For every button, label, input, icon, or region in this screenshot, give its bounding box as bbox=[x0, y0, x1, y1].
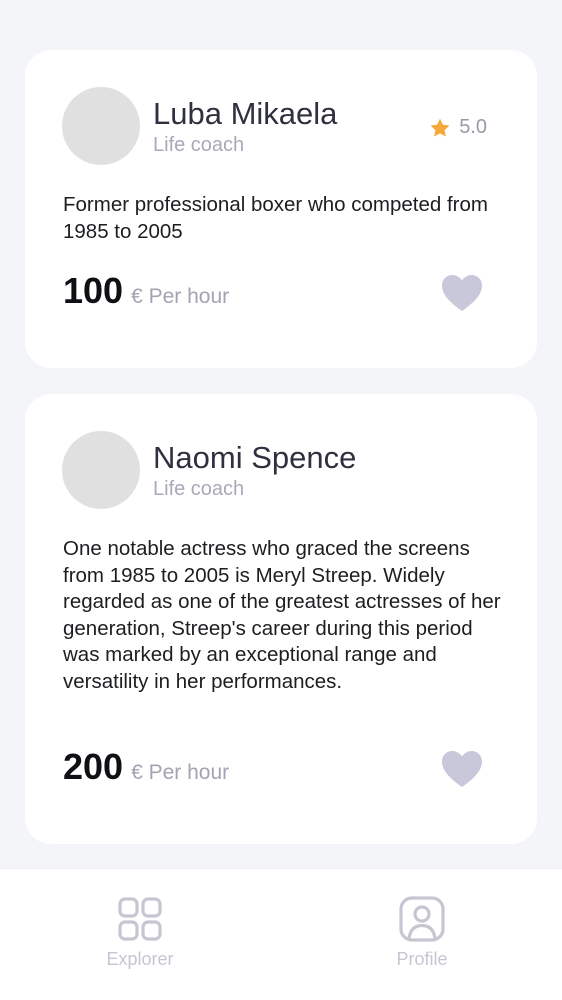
price-value: 100 bbox=[63, 270, 124, 311]
price-value: 200 bbox=[63, 746, 124, 787]
coach-card[interactable]: Naomi Spence Life coach One notable actr… bbox=[25, 394, 537, 844]
price-unit: € Per hour bbox=[131, 285, 230, 308]
tab-profile[interactable]: Profile bbox=[352, 895, 492, 970]
tab-label: Explorer bbox=[106, 949, 174, 969]
coach-name: Luba Mikaela bbox=[153, 96, 338, 131]
coach-name: Naomi Spence bbox=[153, 440, 357, 475]
favorite-button[interactable] bbox=[441, 274, 483, 312]
tab-explorer[interactable]: Explorer bbox=[70, 895, 210, 970]
coach-bio: One notable actress who graced the scree… bbox=[63, 537, 501, 693]
avatar bbox=[62, 87, 140, 165]
price-unit: € Per hour bbox=[131, 761, 230, 784]
user-icon bbox=[399, 896, 445, 942]
heart-icon bbox=[442, 275, 482, 311]
avatar bbox=[62, 431, 140, 509]
coach-role: Life coach bbox=[153, 478, 245, 500]
grid-icon bbox=[118, 897, 162, 941]
coach-card[interactable]: Luba Mikaela Life coach 5.0 Former profe… bbox=[25, 50, 537, 368]
favorite-button[interactable] bbox=[441, 750, 483, 788]
coach-bio: Former professional boxer who competed f… bbox=[63, 193, 488, 243]
rating: 5.0 bbox=[429, 116, 487, 139]
heart-icon bbox=[442, 751, 482, 787]
price: 200 € Per hour bbox=[63, 746, 229, 788]
rating-value: 5.0 bbox=[459, 116, 487, 138]
star-icon bbox=[430, 118, 450, 137]
price: 100 € Per hour bbox=[63, 270, 229, 312]
coach-role: Life coach bbox=[153, 134, 245, 156]
coach-list-screen: Luba Mikaela Life coach 5.0 Former profe… bbox=[0, 0, 562, 1000]
tab-label: Profile bbox=[396, 949, 448, 969]
tab-bar: Explorer Profile bbox=[0, 868, 562, 1000]
